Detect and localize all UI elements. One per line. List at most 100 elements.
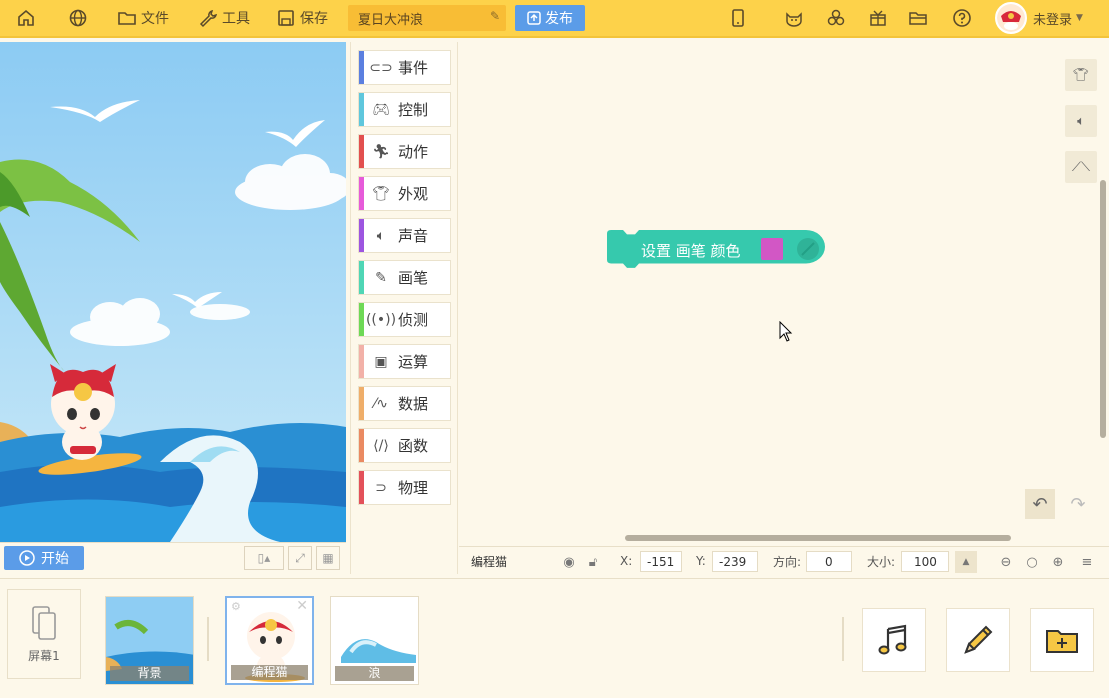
lock-toggle[interactable]: 🔓︎	[582, 551, 604, 573]
undo-button[interactable]: ↶	[1025, 489, 1055, 519]
category-6[interactable]: ✎ 画笔	[358, 260, 451, 295]
sprite-name-field[interactable]: 编程猫	[465, 551, 565, 572]
category-2[interactable]: 🎮︎ 控制	[358, 92, 451, 127]
sprite-thumb-wave[interactable]: 浪	[330, 596, 419, 685]
home-button[interactable]	[16, 0, 36, 36]
running-icon: 🏃︎	[372, 143, 390, 160]
help-button[interactable]	[952, 0, 972, 36]
sprite-name-label: 浪	[335, 666, 414, 681]
divider	[842, 617, 844, 661]
project-name-input[interactable]: 夏日大冲浪 ✎	[348, 5, 506, 31]
sprite-property-bar: 编程猫 ◉ 🔓︎ X: -151 Y: -239 方向: 0 大小: 100 ▲…	[459, 546, 1109, 574]
chevron-down-icon: ▼	[1076, 13, 1083, 23]
zoom-in-icon: ⊕	[1052, 554, 1064, 570]
sprite-thumb-background[interactable]: 背景	[105, 596, 194, 685]
cat-button[interactable]	[784, 0, 804, 36]
magnet-icon: ⊃	[375, 479, 387, 496]
login-menu[interactable]: 未登录 ▼	[1033, 0, 1083, 36]
add-sound-button[interactable]	[862, 608, 926, 672]
y-input[interactable]: -239	[712, 551, 758, 572]
category-label: 物理	[398, 479, 429, 497]
direction-input[interactable]: 0	[806, 551, 852, 572]
category-label: 函数	[398, 437, 429, 455]
screen-label: 屏幕1	[28, 648, 60, 663]
globe-icon	[69, 9, 87, 27]
extensions-button[interactable]	[826, 0, 846, 36]
screen-size-button[interactable]: ▯▴	[244, 546, 284, 570]
sound-tab-button[interactable]: 🔈︎	[1065, 105, 1097, 137]
home-icon	[18, 9, 34, 26]
fullscreen-button[interactable]: ⤢	[288, 546, 312, 570]
vertical-scrollbar[interactable]	[1100, 180, 1106, 438]
block-text: 设置 画笔 颜色	[641, 242, 741, 260]
category-1[interactable]: ⊂⊃ 事件	[358, 50, 451, 85]
category-label: 事件	[398, 59, 429, 77]
language-button[interactable]	[68, 0, 88, 36]
expand-icon: ⤢	[295, 550, 305, 565]
screen-1-tab[interactable]: 屏幕1	[7, 589, 81, 679]
menu-button[interactable]: ≡	[1076, 551, 1098, 573]
shirt-icon: 👕︎	[1072, 67, 1090, 83]
size-value: 100	[914, 554, 937, 569]
collapse-button[interactable]: ▲	[955, 551, 977, 573]
size-label: 大小:	[867, 554, 896, 569]
category-11[interactable]: ⊃ 物理	[358, 470, 451, 505]
x-input[interactable]: -151	[640, 551, 682, 572]
chevron-up-icon: ▲	[962, 557, 970, 567]
close-icon[interactable]: ✕	[296, 598, 308, 614]
costume-tab-button[interactable]: 👕︎	[1065, 59, 1097, 91]
login-label: 未登录	[1033, 12, 1073, 28]
stage-canvas[interactable]	[0, 42, 346, 542]
category-5[interactable]: 🔈︎ 声音	[358, 218, 451, 253]
top-toolbar: 文件 工具 保存 夏日大冲浪 ✎ 发布 未登录 ▼	[0, 0, 1109, 38]
add-sprite-button[interactable]	[1030, 608, 1094, 672]
data-tab-button[interactable]: ⟋⟍	[1065, 151, 1097, 183]
category-8[interactable]: ▣ 运算	[358, 344, 451, 379]
device-button[interactable]	[728, 0, 748, 36]
sprite-name-label: 编程猫	[231, 665, 308, 680]
sprite-thumb-cat[interactable]: ⚙ ✕ 编程猫	[225, 596, 314, 685]
category-label: 外观	[398, 185, 429, 203]
zoom-reset-button[interactable]: ○	[1021, 551, 1043, 573]
folder-plus-icon	[1046, 630, 1078, 653]
color-swatch[interactable]	[761, 238, 783, 260]
gamepad-icon: 🎮︎	[372, 101, 390, 118]
size-input[interactable]: 100	[901, 551, 949, 572]
category-7[interactable]: ((•)) 侦测	[358, 302, 451, 337]
sprite-name-label: 背景	[110, 666, 189, 681]
x-value: -151	[647, 554, 675, 569]
save-button[interactable]: 保存	[276, 0, 328, 36]
pencil-icon	[964, 625, 993, 654]
category-label: 侦测	[398, 311, 429, 329]
gift-button[interactable]	[868, 0, 888, 36]
tools-menu[interactable]: 工具	[198, 0, 250, 36]
category-4[interactable]: 👕︎ 外观	[358, 176, 451, 211]
file-menu[interactable]: 文件	[117, 0, 169, 36]
my-works-button[interactable]	[908, 0, 928, 36]
code-workspace[interactable]	[459, 42, 1109, 546]
zoom-out-button[interactable]: ⊖	[995, 551, 1017, 573]
start-button[interactable]: 开始	[4, 546, 84, 570]
visibility-toggle[interactable]: ◉	[558, 551, 580, 573]
user-avatar[interactable]	[995, 2, 1027, 34]
category-label: 运算	[398, 353, 429, 371]
category-10[interactable]: ⟨/⟩ 函数	[358, 428, 451, 463]
phone-icon	[732, 9, 744, 27]
question-icon	[953, 9, 971, 27]
category-3[interactable]: 🏃︎ 动作	[358, 134, 451, 169]
stage-toolbar: 开始 ▯▴ ⤢ ▦	[0, 542, 346, 574]
grid-toggle-button[interactable]: ▦	[316, 546, 340, 570]
edit-pencil-icon: ✎	[489, 9, 500, 23]
horizontal-scrollbar[interactable]	[625, 535, 1011, 541]
file-menu-label: 文件	[141, 11, 169, 27]
speaker-icon: 🔈︎	[1077, 113, 1085, 129]
x-label: X:	[620, 554, 633, 568]
category-9[interactable]: ⁄∿ 数据	[358, 386, 451, 421]
project-name: 夏日大冲浪	[358, 12, 424, 28]
copy-icon[interactable]: ⚙	[231, 600, 241, 613]
publish-button[interactable]: 发布	[515, 5, 585, 31]
zoom-in-button[interactable]: ⊕	[1047, 551, 1069, 573]
draw-sprite-button[interactable]	[946, 608, 1010, 672]
redo-button[interactable]: ↷	[1063, 489, 1093, 519]
play-icon	[19, 550, 35, 566]
